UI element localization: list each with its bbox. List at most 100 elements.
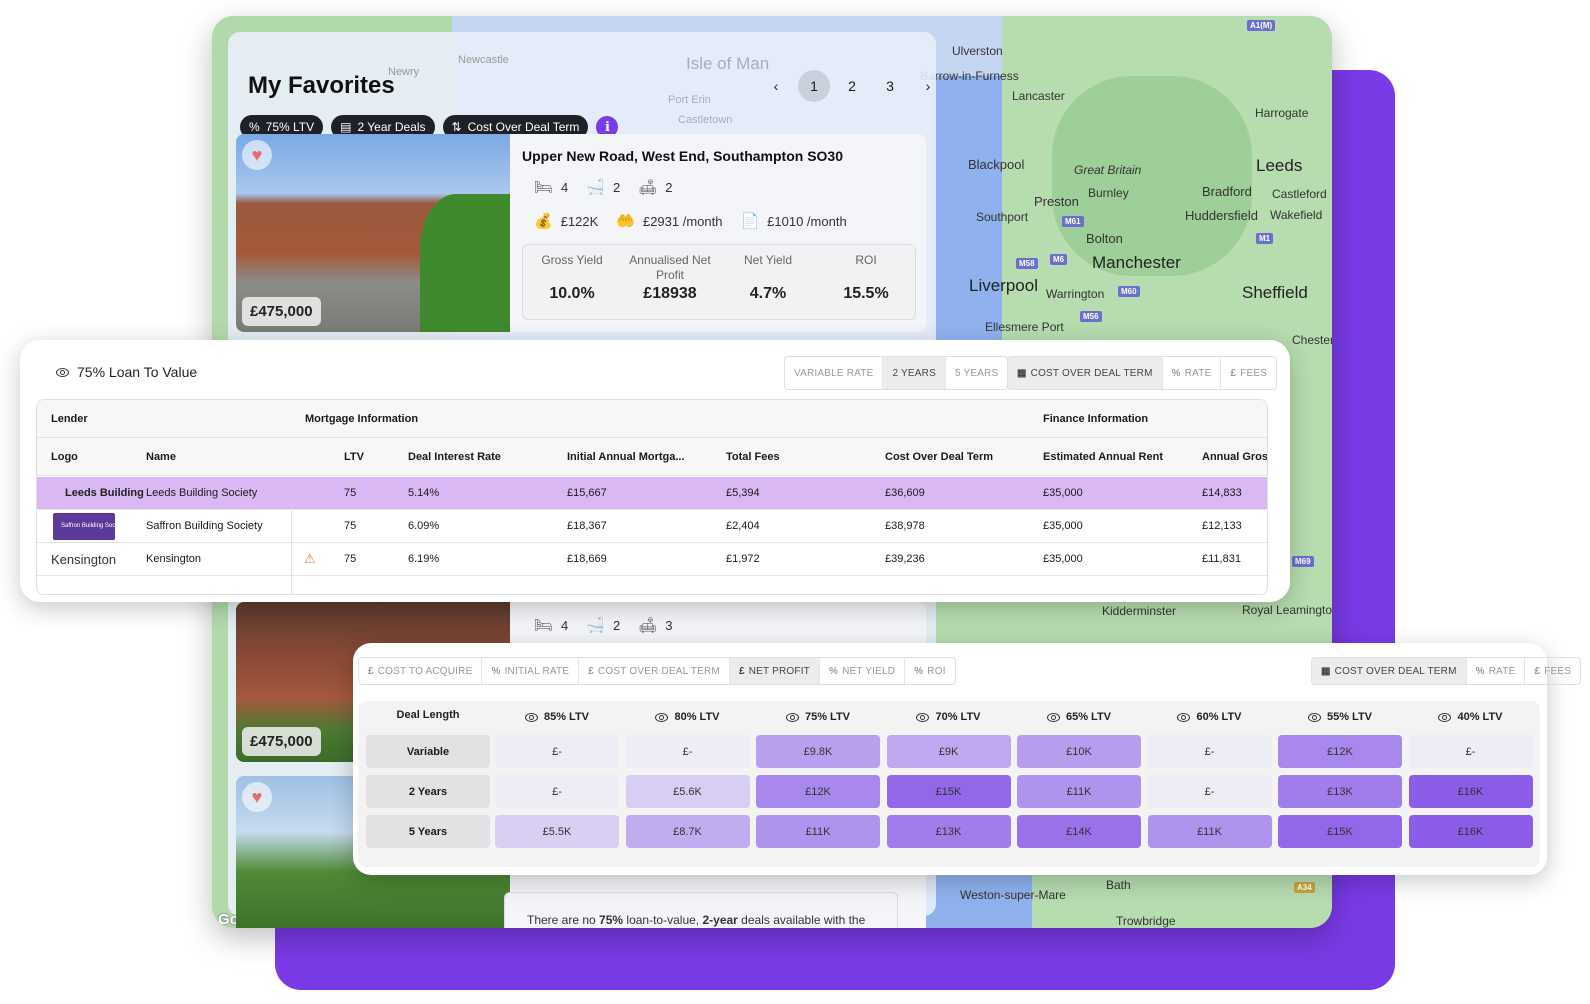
sort-rate[interactable]: % RATE — [1467, 658, 1526, 684]
heatmap-cell[interactable]: £- — [1408, 735, 1533, 768]
pound-icon: £ — [588, 665, 594, 677]
heatmap-cell[interactable]: £- — [495, 735, 619, 768]
column-header[interactable]: Annual Gross — [1202, 451, 1267, 463]
heatmap-cell[interactable]: £5.6K — [625, 775, 750, 808]
heatmap-cell[interactable]: £11K — [1017, 775, 1141, 808]
ltv-column-header[interactable]: 75% LTV — [756, 711, 880, 723]
warning-icon[interactable]: ⚠ — [304, 551, 316, 567]
map-label: Liverpool — [969, 276, 1038, 295]
heatmap-cell[interactable]: £9K — [886, 735, 1011, 768]
metric-cost-to-acquire[interactable]: £ COST TO ACQUIRE — [359, 658, 483, 684]
term-5-years[interactable]: 5 YEARS — [946, 357, 1007, 389]
heatmap-cell[interactable]: £9.8K — [756, 735, 880, 768]
map-label: Port Erin — [668, 94, 711, 106]
table-row[interactable]: Kensington Kensington ⚠ 75 6.19% £18,669… — [37, 543, 1267, 576]
table-row[interactable]: Saffron Building Society Saffron Buildin… — [37, 510, 1267, 543]
heatmap-cell[interactable]: £- — [495, 775, 619, 808]
ltv-value: 75 — [344, 553, 357, 565]
favorite-heart-icon[interactable]: ♥ — [242, 140, 272, 170]
metric-net-profit[interactable]: £ NET PROFIT — [729, 658, 820, 684]
metric-initial-rate[interactable]: % INITIAL RATE — [482, 658, 580, 684]
sort-fees[interactable]: £ FEES — [1525, 658, 1580, 684]
annual-gross: £11,831 — [1202, 553, 1241, 565]
next-page-button[interactable]: › — [912, 70, 944, 102]
heatmap-cell[interactable]: £16K — [1408, 775, 1533, 808]
metric-label: COST OVER DEAL TERM — [597, 665, 720, 677]
eye-icon — [916, 712, 930, 722]
heatmap-cell[interactable]: £5.5K — [495, 815, 619, 848]
heatmap-cell[interactable]: £15K — [886, 775, 1011, 808]
ltv-column-header[interactable]: 55% LTV — [1278, 711, 1402, 723]
metric-net-yield[interactable]: % NET YIELD — [820, 658, 906, 684]
page-2-button[interactable]: 2 — [836, 70, 868, 102]
heatmap-cell[interactable]: £11K — [756, 815, 880, 848]
ltv-column-header[interactable]: 80% LTV — [626, 711, 750, 723]
heatmap-cell[interactable]: £12K — [1278, 735, 1402, 768]
eye-icon — [785, 712, 799, 722]
sort-cost-over-deal-term[interactable]: ▦ COST OVER DEAL TERM — [1008, 357, 1163, 389]
lender-name: Saffron Building Society — [146, 520, 263, 532]
road-badge: M6 — [1050, 254, 1068, 265]
metric-roi[interactable]: % ROI — [905, 658, 954, 684]
page-3-button[interactable]: 3 — [874, 70, 906, 102]
road-badge: A34 — [1294, 882, 1315, 893]
heatmap-cell[interactable]: £11K — [1147, 815, 1272, 848]
map-label: Burnley — [1088, 186, 1129, 200]
ltv-column-header[interactable]: 70% LTV — [887, 711, 1011, 723]
map-label: Castleford — [1272, 187, 1327, 201]
metric-label: NET PROFIT — [748, 665, 810, 677]
heatmap-cell[interactable]: £13K — [1278, 775, 1402, 808]
column-header[interactable]: LTV — [344, 451, 364, 463]
deal-length-row-header: 2 Years — [366, 775, 490, 808]
eye-icon — [1438, 712, 1452, 722]
deal-length-ltv-grid: Deal Length 85% LTV 80% LTV 75% LTV 70% LTV… — [358, 701, 1540, 867]
annual-rent: £35,000 — [1043, 520, 1083, 532]
column-header[interactable]: Logo — [51, 451, 78, 463]
ltv-title-text: 75% Loan To Value — [77, 364, 198, 380]
column-header[interactable]: Initial Annual Mortga... — [567, 451, 685, 463]
heatmap-cell[interactable]: £- — [625, 735, 750, 768]
ltv-column-header[interactable]: 60% LTV — [1148, 711, 1272, 723]
interest-rate: 6.09% — [408, 520, 440, 532]
map-label: Ellesmere Port — [985, 320, 1064, 334]
heatmap-cell[interactable]: £10K — [1017, 735, 1141, 768]
favorite-heart-icon[interactable]: ♥ — [242, 782, 272, 812]
table-header: Logo Name LTV Deal Interest Rate Initial… — [37, 438, 1267, 476]
column-header[interactable]: Total Fees — [726, 451, 780, 463]
bathrooms: 2 — [612, 179, 621, 195]
page-1-button[interactable]: 1 — [798, 70, 830, 102]
heatmap-cell[interactable]: £- — [1147, 735, 1272, 768]
heatmap-cell[interactable]: £- — [1147, 775, 1272, 808]
property-address: Upper New Road, West End, Southampton SO… — [522, 148, 843, 164]
property-card[interactable]: ♥ £475,000 Upper New Road, West End, Sou… — [236, 134, 926, 332]
prev-page-button[interactable]: ‹ — [760, 70, 792, 102]
initial-annual-mortgage: £15,667 — [567, 487, 607, 499]
term-2-years[interactable]: 2 YEARS — [883, 357, 946, 389]
money-bag-icon: 💰 — [534, 213, 553, 230]
map-label: Great Britain — [1074, 163, 1142, 177]
heatmap-cell[interactable]: £12K — [756, 775, 880, 808]
map-label: Weston-super-Mare — [960, 888, 1066, 902]
ltv-column-header[interactable]: 65% LTV — [1017, 711, 1141, 723]
heatmap-cell[interactable]: £13K — [886, 815, 1011, 848]
message-text: deals available with the — [737, 913, 866, 927]
sort-rate[interactable]: % RATE — [1163, 357, 1222, 389]
sort-label: RATE — [1184, 367, 1212, 379]
table-row[interactable]: Leeds Building Leeds Building Society 75… — [37, 477, 1267, 510]
heatmap-cell[interactable]: £8.7K — [625, 815, 750, 848]
column-header[interactable]: Cost Over Deal Term — [885, 451, 993, 463]
map-label: Blackpool — [968, 157, 1025, 172]
map-label: Isle of Man — [686, 54, 770, 73]
sort-fees[interactable]: £ FEES — [1221, 357, 1276, 389]
sort-cost-over-deal-term[interactable]: ▦ COST OVER DEAL TERM — [1312, 658, 1467, 684]
heatmap-cell[interactable]: £15K — [1278, 815, 1402, 848]
column-header[interactable]: Estimated Annual Rent — [1043, 451, 1163, 463]
heatmap-cell[interactable]: £16K — [1408, 815, 1533, 848]
term-variable-rate[interactable]: VARIABLE RATE — [785, 357, 884, 389]
metric-cost-over-deal-term[interactable]: £ COST OVER DEAL TERM — [579, 658, 730, 684]
heatmap-cell[interactable]: £14K — [1017, 815, 1141, 848]
column-header[interactable]: Deal Interest Rate — [408, 451, 501, 463]
column-header[interactable]: Name — [146, 451, 176, 463]
ltv-column-header[interactable]: 85% LTV — [495, 711, 619, 723]
ltv-column-header[interactable]: 40% LTV — [1409, 711, 1533, 723]
